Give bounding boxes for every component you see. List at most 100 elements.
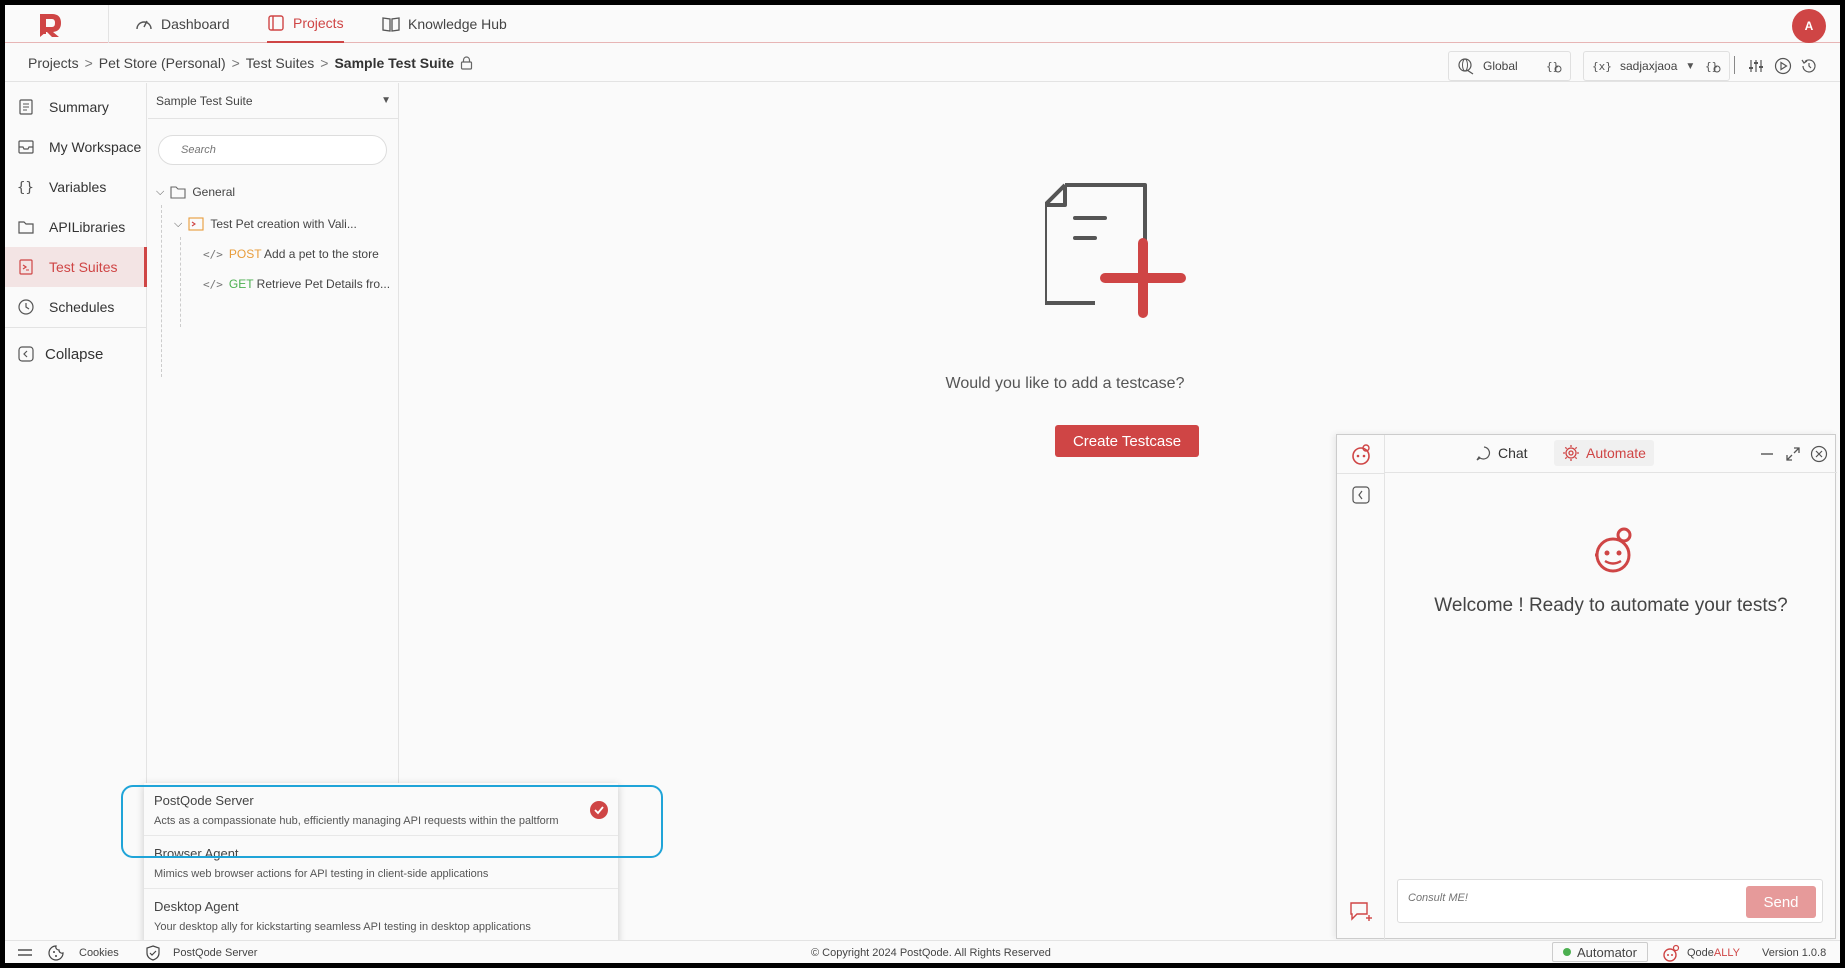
sidebar-item-schedules[interactable]: Schedules xyxy=(5,287,147,327)
folder-icon xyxy=(18,221,34,234)
agent-description: Your desktop ally for kickstarting seaml… xyxy=(154,921,531,933)
test-suite-tree-panel: Sample Test Suite ▼ ⌵ General ⌵ Test Pet… xyxy=(148,83,399,783)
user-env-label: sadjaxjaoa xyxy=(1620,59,1678,73)
sidebar-item-my-workspace[interactable]: My Workspace xyxy=(5,127,147,167)
server-status-button[interactable]: PostQode Server xyxy=(145,941,257,963)
qodeally-chat-panel: Chat Automate Welcome ! Ready to automat… xyxy=(1336,434,1837,940)
copyright-text: © Copyright 2024 PostQode. All Rights Re… xyxy=(811,946,1051,959)
nav-dashboard[interactable]: Dashboard xyxy=(135,5,230,43)
sidebar-item-summary[interactable]: Summary xyxy=(5,87,147,127)
sidebar-item-test-suites[interactable]: Test Suites xyxy=(5,247,147,287)
chat-rail xyxy=(1337,435,1385,940)
breadcrumb-separator: > xyxy=(84,55,93,71)
nav-projects[interactable]: Projects xyxy=(267,5,344,43)
chat-header: Chat Automate xyxy=(1385,435,1837,473)
breadcrumb-item[interactable]: Pet Store (Personal) xyxy=(99,55,226,71)
suite-selector-value: Sample Test Suite xyxy=(156,93,253,108)
sidebar-collapse[interactable]: Collapse xyxy=(5,334,147,374)
code-icon: </> xyxy=(203,277,223,291)
close-icon[interactable] xyxy=(1810,445,1828,463)
minimize-icon[interactable] xyxy=(1759,446,1775,462)
create-testcase-button[interactable]: Create Testcase xyxy=(1055,425,1199,457)
agent-option-postqode-server[interactable]: PostQode Server Acts as a compassionate … xyxy=(144,783,618,836)
settings-sliders-icon[interactable] xyxy=(1746,56,1766,76)
breadcrumb: Projects > Pet Store (Personal) > Test S… xyxy=(28,44,473,82)
tab-automate[interactable]: Automate xyxy=(1554,440,1654,466)
agent-option-browser-agent[interactable]: Browser Agent Mimics web browser actions… xyxy=(144,836,618,889)
chevron-down-icon: ⌵ xyxy=(174,217,183,230)
qodeally-button[interactable]: QodeALLY xyxy=(1661,941,1740,963)
tree-search-input[interactable] xyxy=(158,135,387,165)
code-icon: </> xyxy=(203,247,223,261)
variable-braces-icon: {x} xyxy=(1592,60,1612,73)
top-nav: Dashboard Projects Knowledge Hub A xyxy=(5,5,1840,43)
tab-chat[interactable]: Chat xyxy=(1468,440,1536,466)
request-name: Retrieve Pet Details fro... xyxy=(256,277,391,291)
empty-state-prompt: Would you like to add a testcase? xyxy=(945,375,1185,392)
breadcrumb-separator: > xyxy=(320,55,329,71)
expand-icon[interactable] xyxy=(1785,446,1801,462)
collapse-label: Collapse xyxy=(45,345,104,363)
global-label: Global xyxy=(1483,59,1518,73)
add-document-icon xyxy=(1045,183,1186,318)
agent-title: PostQode Server xyxy=(154,793,254,808)
breadcrumb-item[interactable]: Projects xyxy=(28,55,79,71)
run-icon[interactable] xyxy=(1773,56,1793,76)
tree-request-get[interactable]: </> GET Retrieve Pet Details fro... xyxy=(203,277,390,291)
sidebar-item-apilibraries[interactable]: APILibraries xyxy=(5,207,147,247)
shield-check-icon xyxy=(146,944,160,961)
agent-title: Desktop Agent xyxy=(154,899,239,914)
collapse-history-icon[interactable] xyxy=(1351,485,1371,505)
robot-icon[interactable] xyxy=(1349,443,1373,467)
nav-label: Projects xyxy=(293,15,344,31)
agent-option-desktop-agent[interactable]: Desktop Agent Your desktop ally for kick… xyxy=(144,889,618,942)
user-avatar[interactable]: A xyxy=(1792,9,1826,43)
nav-label: Dashboard xyxy=(161,16,230,32)
menu-icon[interactable] xyxy=(17,941,33,963)
braces-icon: {} xyxy=(17,180,34,196)
clock-icon xyxy=(18,299,34,315)
tab-label: Automate xyxy=(1586,445,1646,461)
postqode-logo-icon[interactable] xyxy=(35,10,65,38)
tree-guide-line xyxy=(161,205,162,377)
env-vars-view-icon[interactable]: {} xyxy=(1703,56,1723,76)
tree-folder-general[interactable]: ⌵ General xyxy=(156,185,235,199)
history-icon[interactable] xyxy=(1799,56,1819,76)
breadcrumb-bar: Projects > Pet Store (Personal) > Test S… xyxy=(5,44,1840,82)
book-icon xyxy=(382,17,400,32)
breadcrumb-item[interactable]: Test Suites xyxy=(246,55,314,71)
toolbar-divider xyxy=(1734,56,1735,74)
automator-status[interactable]: Automator xyxy=(1552,942,1648,962)
agent-title: Browser Agent xyxy=(154,846,239,861)
cookie-icon xyxy=(48,944,64,961)
collapse-icon xyxy=(18,346,34,362)
nav-knowledge-hub[interactable]: Knowledge Hub xyxy=(382,5,507,43)
sidebar-item-label: Variables xyxy=(49,179,107,195)
chat-welcome-message: Welcome ! Ready to automate your tests? xyxy=(1434,595,1788,616)
chevron-down-icon: ▼ xyxy=(1685,60,1696,72)
tree-testcase[interactable]: ⌵ Test Pet creation with Vali... xyxy=(174,217,357,231)
new-chat-icon[interactable] xyxy=(1348,899,1374,923)
sidebar-item-label: Summary xyxy=(49,99,109,115)
chat-input[interactable] xyxy=(1408,892,1708,904)
globe-off-icon xyxy=(1458,58,1474,75)
test-suite-icon xyxy=(19,259,33,275)
request-method: POST xyxy=(228,247,262,261)
automate-gear-icon xyxy=(1563,445,1579,461)
cookies-label: Cookies xyxy=(79,946,119,959)
request-method: GET xyxy=(228,277,254,291)
qodeally-prefix: Qode xyxy=(1687,946,1714,959)
send-button[interactable]: Send xyxy=(1746,886,1816,918)
cookies-button[interactable]: Cookies xyxy=(47,941,119,963)
lock-icon[interactable] xyxy=(460,56,473,70)
sidebar-item-variables[interactable]: {} Variables xyxy=(5,167,147,207)
folder-icon xyxy=(268,15,284,31)
sidebar-item-label: Schedules xyxy=(49,299,115,315)
suite-selector[interactable]: Sample Test Suite ▼ xyxy=(148,83,399,119)
tree-request-post[interactable]: </> POST Add a pet to the store xyxy=(203,247,379,261)
status-dot xyxy=(1563,948,1571,956)
breadcrumb-separator: > xyxy=(231,55,240,71)
chevron-down-icon: ⌵ xyxy=(156,185,165,198)
global-vars-view-icon[interactable]: {} xyxy=(1544,56,1564,76)
sidebar-item-label: APILibraries xyxy=(49,219,126,235)
